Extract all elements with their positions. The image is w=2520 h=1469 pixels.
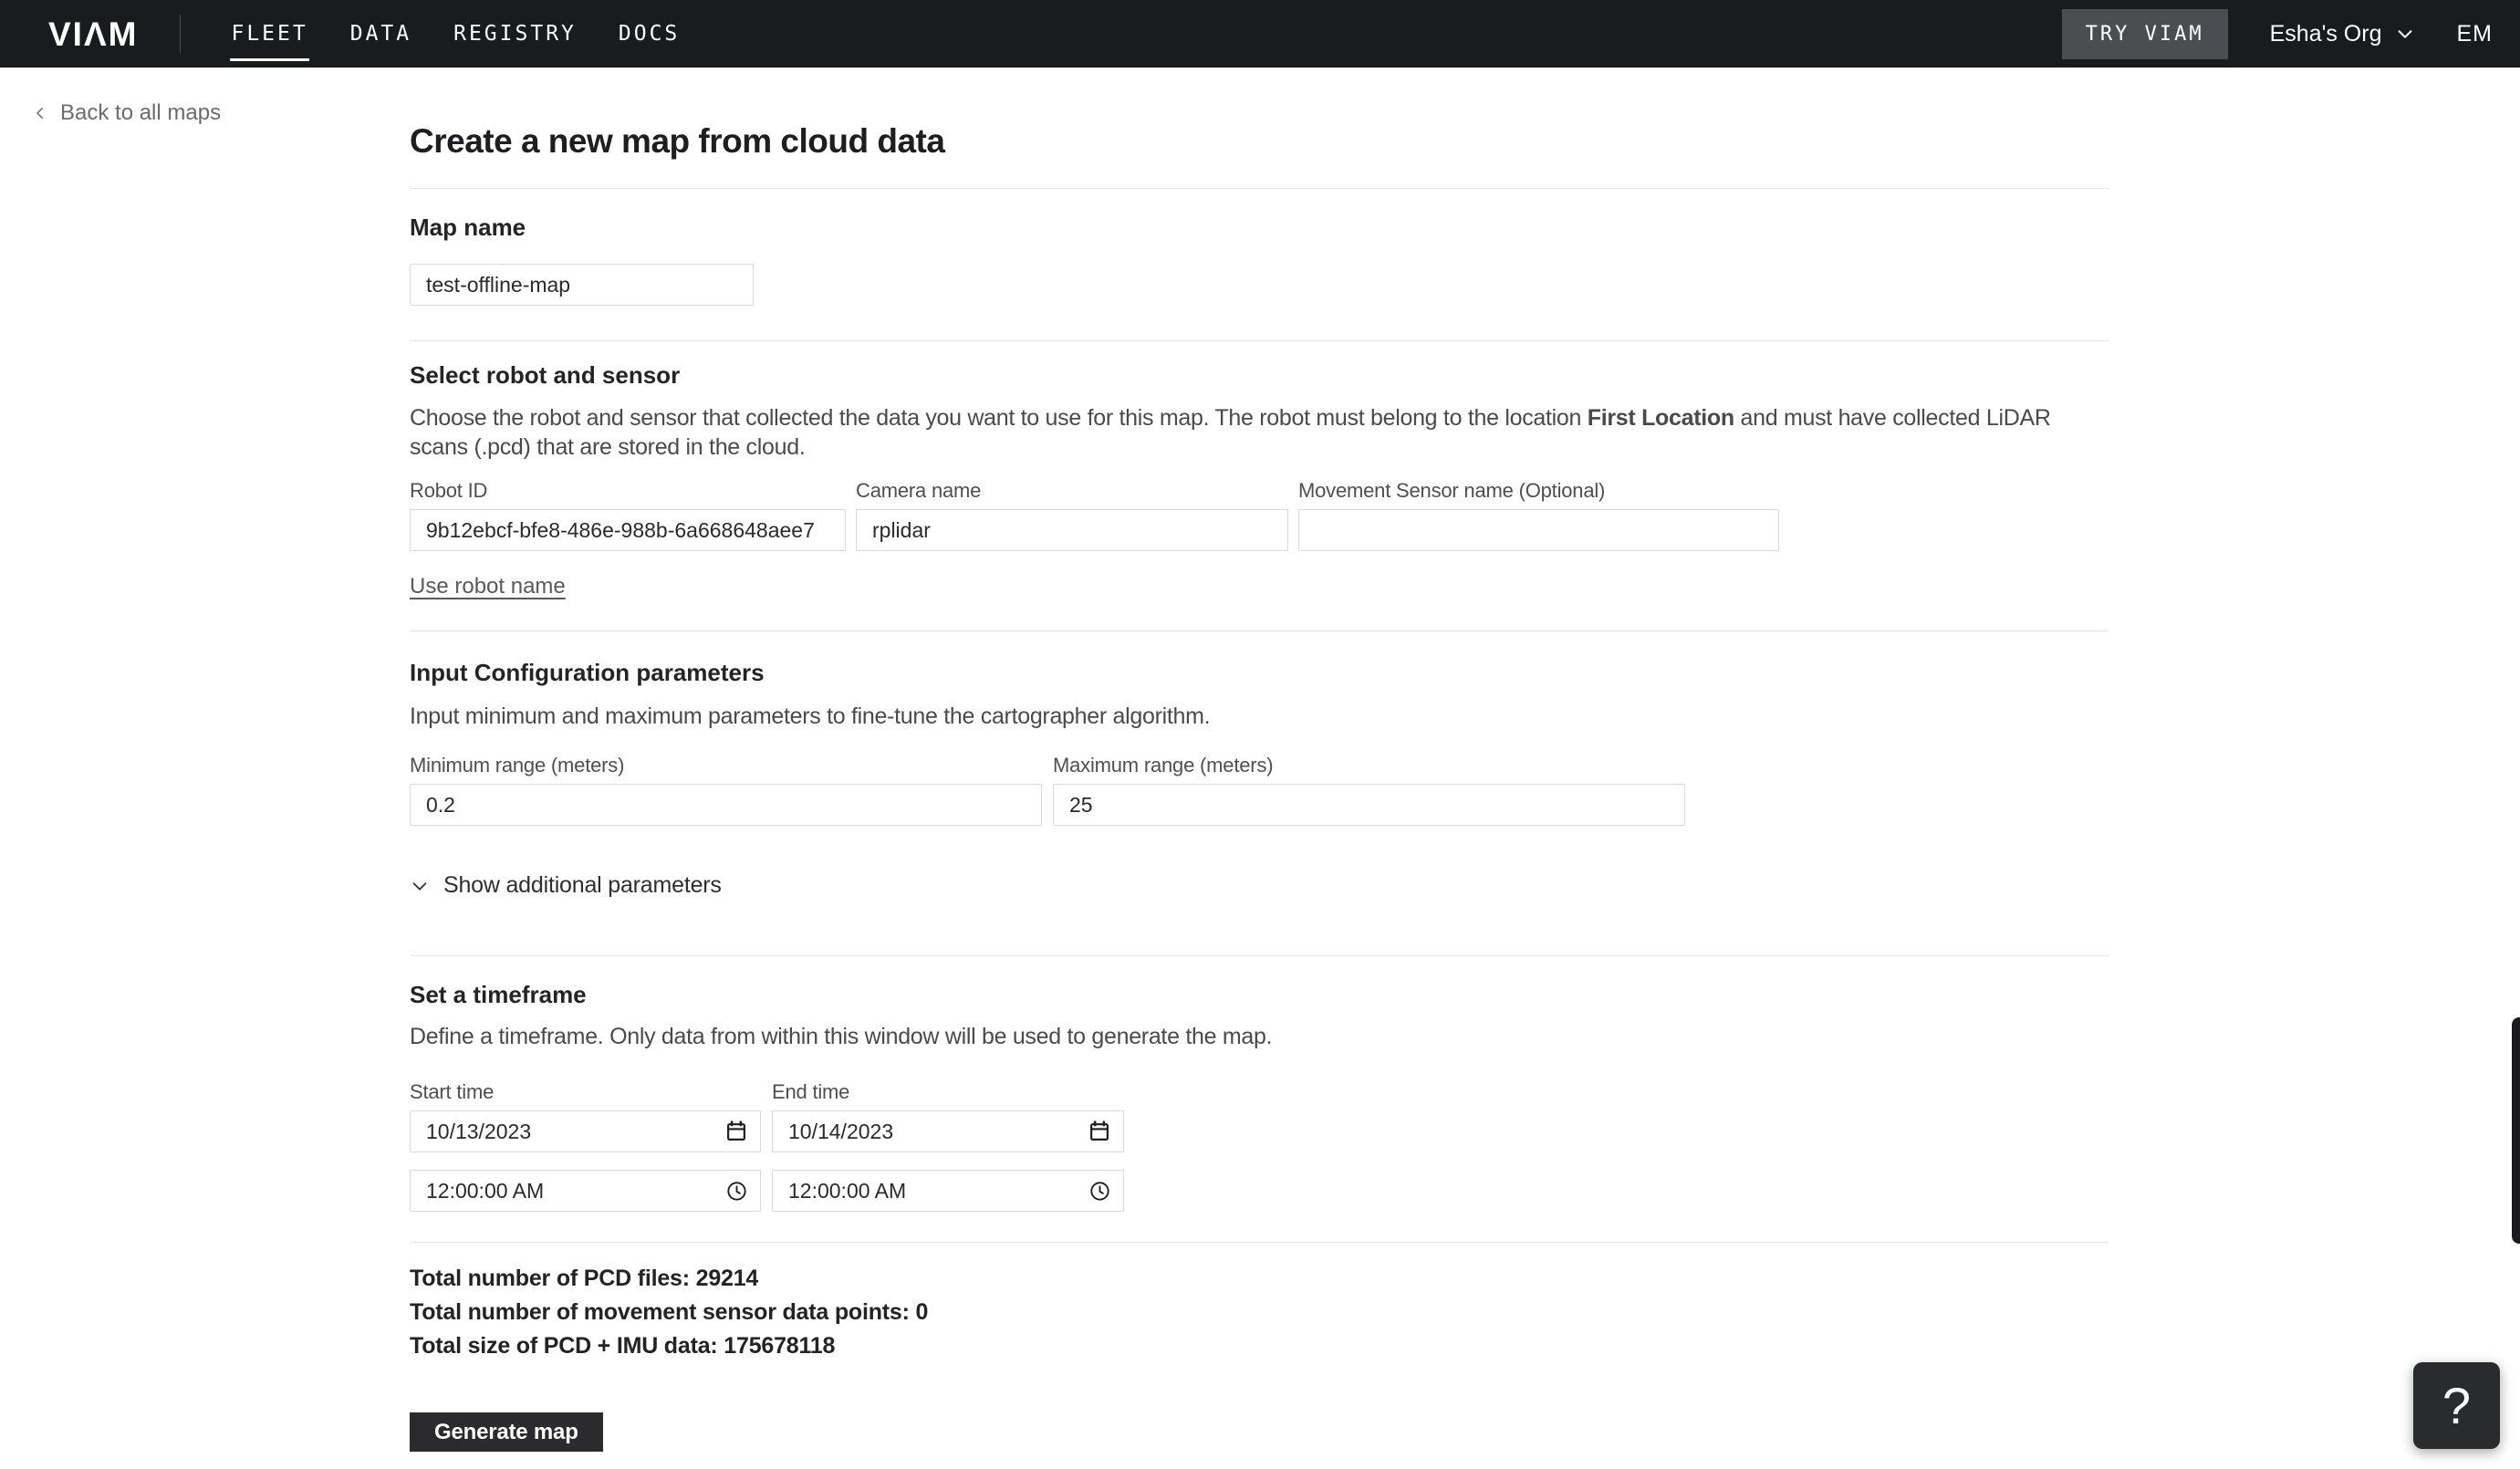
try-viam-button[interactable]: TRY VIAM (2061, 8, 2228, 59)
end-time-label: End time (772, 1080, 850, 1103)
main-nav: FLEET DATA REGISTRY DOCS (230, 0, 681, 68)
max-range-field-group: Maximum range (meters) (1053, 755, 1685, 826)
end-date-value: 10/14/2023 (788, 1119, 894, 1143)
data-size-total-label: Total size of PCD + IMU data: (410, 1333, 718, 1359)
chevron-left-icon (32, 103, 48, 123)
config-params-description: Input minimum and maximum parameters to … (410, 703, 1211, 729)
calendar-icon[interactable] (1088, 1120, 1111, 1143)
data-size-total: Total size of PCD + IMU data: 175678118 (410, 1335, 2109, 1358)
nav-item-data-label: DATA (349, 22, 412, 46)
map-name-heading: Map name (410, 214, 526, 241)
scrollbar-thumb[interactable] (2512, 1017, 2520, 1244)
data-summary: Total number of PCD files: 29214 Total n… (410, 1267, 2109, 1358)
robot-id-label: Robot ID (410, 479, 488, 502)
active-tab-underline (230, 58, 309, 61)
data-size-total-value: 175678118 (724, 1333, 836, 1359)
timeframe-description: Define a timeframe. Only data from withi… (410, 1024, 1273, 1049)
max-range-input[interactable] (1053, 784, 1685, 826)
nav-item-docs-label: DOCS (618, 22, 681, 46)
back-to-maps-link[interactable]: Back to all maps (32, 100, 221, 126)
start-date-input[interactable]: 10/13/2023 (410, 1110, 761, 1152)
robot-sensor-description: Choose the robot and sensor that collect… (410, 403, 2109, 462)
movement-points-total-label: Total number of movement sensor data poi… (410, 1299, 910, 1325)
calendar-icon[interactable] (724, 1120, 748, 1143)
nav-item-data[interactable]: DATA (349, 18, 412, 49)
camera-name-input[interactable] (856, 509, 1288, 551)
robot-id-field-group: Robot ID (410, 481, 846, 551)
end-time-input[interactable]: 12:00:00 AM (772, 1170, 1124, 1212)
start-time-field-group: Start time 10/13/2023 12:00:00 AM (410, 1082, 761, 1212)
pcd-files-total: Total number of PCD files: 29214 (410, 1267, 2109, 1290)
movement-points-total: Total number of movement sensor data poi… (410, 1301, 2109, 1324)
config-params-heading: Input Configuration parameters (410, 659, 765, 686)
start-date-value: 10/13/2023 (426, 1119, 532, 1143)
range-fields-row: Minimum range (meters) Maximum range (me… (410, 755, 2109, 826)
start-time-label: Start time (410, 1080, 495, 1103)
end-time-value: 12:00:00 AM (788, 1178, 907, 1203)
end-time-field-group: End time 10/14/2023 12:00:00 AM (772, 1082, 1124, 1212)
help-button[interactable]: ? (2413, 1362, 2500, 1449)
avatar[interactable]: EM (2457, 21, 2494, 47)
clock-icon[interactable] (725, 1180, 748, 1203)
viam-logo[interactable]: VIΛM (48, 17, 138, 51)
movement-points-total-value: 0 (915, 1299, 929, 1325)
chevron-down-icon (2395, 24, 2415, 44)
movement-sensor-label: Movement Sensor name (Optional) (1298, 479, 1606, 502)
timeframe-heading: Set a timeframe (410, 981, 587, 1008)
robot-id-input[interactable] (410, 509, 846, 551)
nav-item-fleet[interactable]: FLEET (230, 18, 309, 61)
create-map-form: Create a new map from cloud data Map nam… (410, 68, 2109, 1452)
top-navbar: VIΛM FLEET DATA REGISTRY DOCS TRY VIAM E… (0, 0, 2520, 68)
min-range-field-group: Minimum range (meters) (410, 755, 1042, 826)
end-date-input[interactable]: 10/14/2023 (772, 1110, 1124, 1152)
section-divider (410, 630, 2109, 631)
timeframe-fields-row: Start time 10/13/2023 12:00:00 AM End ti… (410, 1082, 2109, 1212)
min-range-label: Minimum range (meters) (410, 754, 625, 776)
movement-sensor-input[interactable] (1298, 509, 1779, 551)
generate-map-button[interactable]: Generate map (410, 1412, 603, 1452)
page-title: Create a new map from cloud data (410, 122, 945, 160)
start-time-input[interactable]: 12:00:00 AM (410, 1170, 761, 1212)
pcd-files-total-value: 29214 (695, 1266, 759, 1291)
min-range-input[interactable] (410, 784, 1042, 826)
robot-sensor-heading: Select robot and sensor (410, 361, 681, 389)
start-time-value: 12:00:00 AM (426, 1178, 545, 1203)
section-divider (410, 340, 2109, 341)
nav-item-registry[interactable]: REGISTRY (453, 18, 578, 49)
navbar-right-group: TRY VIAM Esha's Org EM (2061, 8, 2494, 59)
location-name: First Location (1587, 405, 1734, 431)
pcd-files-total-label: Total number of PCD files: (410, 1266, 690, 1291)
nav-item-docs[interactable]: DOCS (618, 18, 681, 49)
section-divider (410, 188, 2109, 189)
chevron-down-icon (410, 876, 430, 896)
org-switcher[interactable]: Esha's Org (2270, 21, 2415, 47)
nav-item-registry-label: REGISTRY (453, 22, 577, 46)
show-additional-parameters-toggle[interactable]: Show additional parameters (410, 872, 2109, 899)
org-name: Esha's Org (2269, 20, 2382, 47)
movement-sensor-field-group: Movement Sensor name (Optional) (1298, 481, 1779, 551)
clock-icon[interactable] (1088, 1180, 1111, 1203)
robot-fields-row: Robot ID Camera name Movement Sensor nam… (410, 481, 2109, 551)
map-name-input[interactable] (410, 264, 754, 306)
use-robot-name-link[interactable]: Use robot name (410, 574, 566, 599)
camera-name-field-group: Camera name (856, 481, 1288, 551)
section-divider (410, 1242, 2109, 1243)
camera-name-label: Camera name (856, 479, 982, 502)
section-divider (410, 955, 2109, 956)
nav-item-fleet-label: FLEET (231, 22, 308, 46)
back-link-label: Back to all maps (60, 100, 222, 125)
show-additional-parameters-label: Show additional parameters (443, 872, 722, 898)
robot-sensor-description-text: Choose the robot and sensor that collect… (410, 405, 1588, 431)
navbar-divider (180, 15, 182, 53)
max-range-label: Maximum range (meters) (1053, 754, 1274, 776)
